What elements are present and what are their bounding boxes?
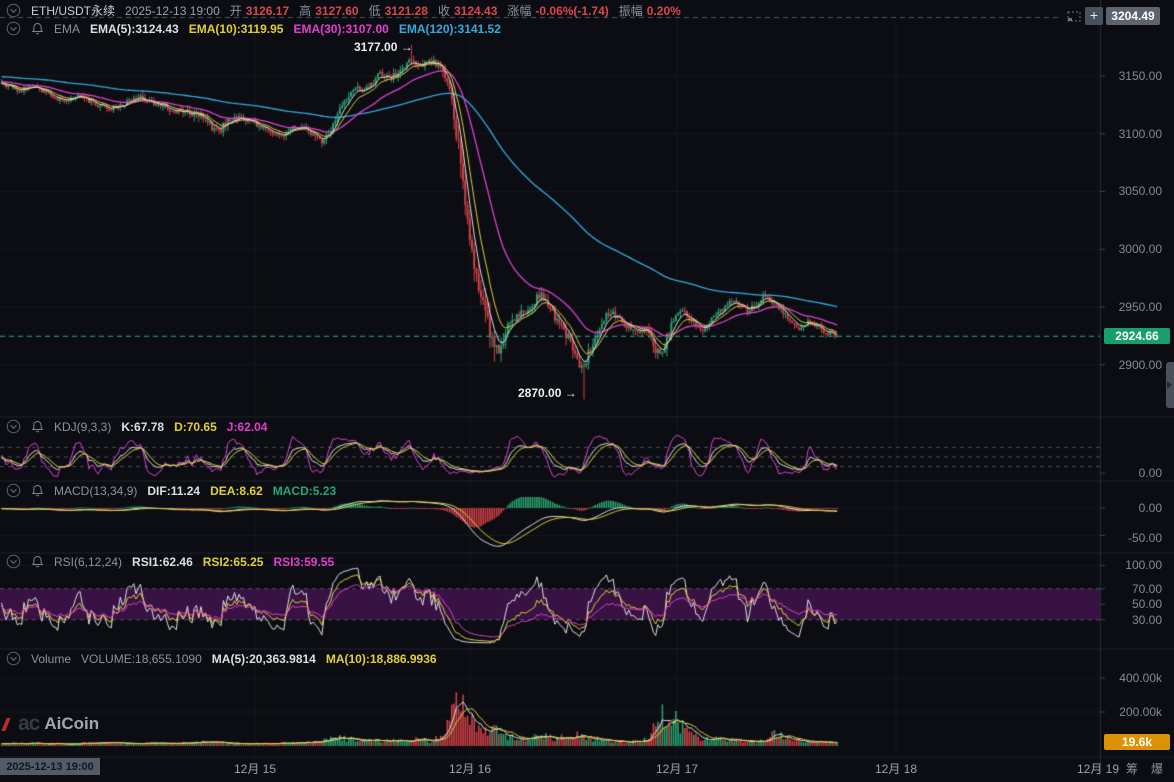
last-volume-badge: 19.6k: [1104, 734, 1170, 750]
macd-dea-value: DEA:8.62: [210, 483, 263, 498]
chip-distribution-button[interactable]: 筹: [1126, 760, 1138, 777]
volume-tick: 400.00k: [1119, 671, 1162, 685]
trading-chart-app: ETH/USDT永续 2025-12-13 19:00 开 3126.17 高 31…: [0, 0, 1174, 782]
rsi-indicator-name[interactable]: RSI(6,12,24): [54, 555, 122, 569]
ema5-value: EMA(5):3124.43: [90, 21, 179, 36]
alert-bell-icon[interactable]: [31, 420, 44, 434]
alert-bell-icon[interactable]: [31, 555, 44, 569]
aicoin-name: AiCoin: [44, 714, 100, 733]
close-field: 收 3124.43: [437, 3, 498, 19]
collapse-chevron-icon[interactable]: [6, 419, 21, 434]
collapse-chevron-icon[interactable]: [6, 651, 21, 666]
kdj-k-value: K:67.78: [121, 419, 165, 434]
aicoin-logo-icon: [1, 717, 16, 731]
x-tick-dec19: 12月 19: [1076, 762, 1120, 776]
alert-bell-icon[interactable]: [31, 484, 44, 498]
aicoin-watermark: ac AiCoin: [1, 712, 100, 736]
volume-ma5-value: MA(5):20,363.9814: [211, 651, 316, 666]
x-tick-dec18: 12月 18: [874, 762, 918, 776]
kdj-indicator-name[interactable]: KDJ(9,3,3): [54, 420, 111, 434]
kdj-j-value: J:62.04: [226, 419, 268, 434]
macd-indicator-name[interactable]: MACD(13,34,9): [54, 484, 137, 498]
price-tick: 3000.00: [1118, 242, 1162, 256]
collapse-chevron-icon[interactable]: [6, 3, 21, 18]
ema120-value: EMA(120):3141.52: [398, 21, 501, 36]
volume-indicator-name[interactable]: Volume: [31, 652, 71, 666]
x-tick-dec16: 12月 16: [448, 762, 492, 776]
kdj-legend: KDJ(9,3,3) K:67.78 D:70.65 J:62.04: [6, 419, 267, 434]
rsi-tick: 30.00: [1131, 613, 1162, 627]
alert-bell-icon[interactable]: [31, 22, 44, 36]
collapse-chevron-icon[interactable]: [6, 21, 21, 36]
top-price-badge: 3204.49: [1106, 7, 1160, 25]
symbol-info-bar: ETH/USDT永续 2025-12-13 19:00 开 3126.17 高 31…: [6, 3, 681, 18]
symbol-name[interactable]: ETH/USDT永续: [31, 2, 115, 19]
price-tick: 3100.00: [1118, 127, 1162, 141]
volume-tick: 200.00k: [1119, 705, 1162, 719]
ema-indicator-name[interactable]: EMA: [54, 22, 80, 36]
rsi2-value: RSI2:65.25: [202, 554, 264, 569]
rsi-tick: 70.00: [1131, 582, 1162, 596]
volume-ma10-value: MA(10):18,886.9936: [325, 651, 437, 666]
chart-controls: + 3204.49: [1066, 7, 1160, 25]
macd-dif-value: DIF:11.24: [147, 483, 201, 498]
low-field: 低 3121.28: [368, 3, 428, 19]
layout-resize-icon[interactable]: [1066, 9, 1082, 24]
aicoin-logo-text: ac: [18, 712, 40, 735]
kdj-tick: 0.00: [1138, 466, 1162, 480]
rsi-tick: 50.00: [1131, 597, 1162, 611]
x-tick-dec17: 12月 17: [655, 762, 699, 776]
collapse-chevron-icon[interactable]: [6, 483, 21, 498]
rsi3-value: RSI3:59.55: [273, 554, 335, 569]
macd-tick: -50.00: [1127, 531, 1162, 545]
ema30-value: EMA(30):3107.00: [293, 21, 389, 36]
liquidation-map-button[interactable]: 爆: [1151, 760, 1163, 777]
kdj-d-value: D:70.65: [174, 419, 217, 434]
change-field: 涨幅 -0.06%(-1.74): [507, 3, 609, 19]
ema10-value: EMA(10):3119.95: [188, 21, 284, 36]
amplitude-field: 振幅 0.20%: [618, 3, 681, 19]
last-price-badge: 2924.66: [1104, 328, 1170, 344]
price-annotation-high: 3177.00 →: [354, 40, 413, 54]
price-tick: 3150.00: [1118, 69, 1162, 83]
crosshair-time-badge: 2025-12-13 19:00: [0, 758, 100, 775]
volume-legend: Volume VOLUME:18,655.1090 MA(5):20,363.9…: [6, 651, 437, 666]
open-field: 开 3126.17: [229, 3, 290, 19]
price-tick: 2900.00: [1118, 358, 1162, 372]
macd-legend: MACD(13,34,9) DIF:11.24 DEA:8.62 MACD:5.…: [6, 483, 336, 498]
collapse-chevron-icon[interactable]: [6, 554, 21, 569]
rsi-tick: 100.00: [1125, 558, 1162, 572]
macd-tick: 0.00: [1138, 501, 1162, 515]
panel-expand-handle[interactable]: [1166, 362, 1174, 408]
price-tick: 2950.00: [1118, 300, 1162, 314]
macd-hist-value: MACD:5.23: [272, 483, 337, 498]
price-tick: 3050.00: [1118, 184, 1162, 198]
add-indicator-button[interactable]: +: [1085, 7, 1103, 25]
x-tick-dec15: 12月 15: [233, 762, 277, 776]
rsi-legend: RSI(6,12,24) RSI1:62.46 RSI2:65.25 RSI3:…: [6, 554, 334, 569]
volume-value: VOLUME:18,655.1090: [81, 651, 202, 666]
high-field: 高 3127.60: [299, 3, 359, 19]
ema-legend: EMA EMA(5):3124.43 EMA(10):3119.95 EMA(3…: [6, 21, 501, 36]
rsi1-value: RSI1:62.46: [132, 554, 193, 569]
price-annotation-low: 2870.00 →: [518, 386, 577, 400]
candle-datetime: 2025-12-13 19:00: [125, 3, 220, 18]
